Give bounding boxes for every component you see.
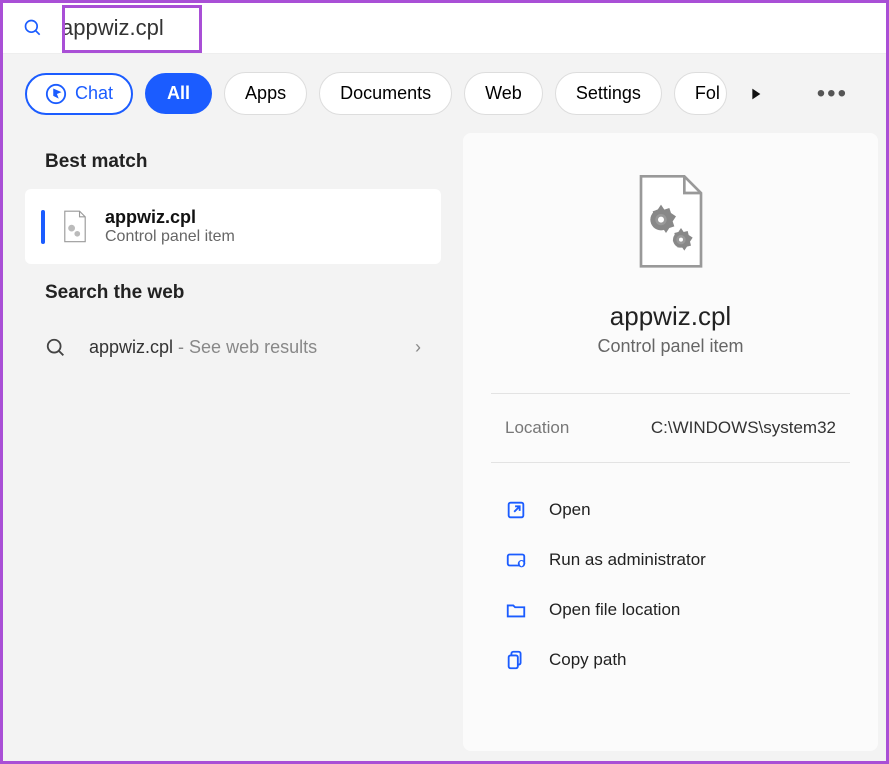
preview-title: appwiz.cpl [491, 301, 850, 332]
filter-web-label: Web [485, 83, 522, 104]
cpl-file-icon-large [631, 173, 711, 273]
scroll-right-icon[interactable] [747, 86, 763, 102]
action-open-location-label: Open file location [549, 600, 680, 620]
selection-indicator [41, 210, 45, 244]
location-value: C:\WINDOWS\system32 [651, 418, 836, 438]
open-icon [505, 499, 527, 521]
main-content: Best match appwiz.cpl Control panel item… [3, 133, 886, 751]
web-result-text: appwiz.cpl - See web results [89, 334, 393, 361]
chevron-right-icon: › [415, 337, 421, 358]
filter-all-label: All [167, 83, 190, 104]
filter-chat[interactable]: Chat [25, 73, 133, 115]
best-match-header: Best match [25, 133, 441, 189]
preview-panel: appwiz.cpl Control panel item Location C… [463, 133, 878, 751]
filter-chat-label: Chat [75, 83, 113, 104]
web-result[interactable]: appwiz.cpl - See web results › [25, 320, 441, 375]
result-subtitle: Control panel item [105, 228, 235, 246]
filter-settings[interactable]: Settings [555, 72, 662, 115]
folder-icon [505, 599, 527, 621]
action-open[interactable]: Open [491, 485, 850, 535]
filter-web[interactable]: Web [464, 72, 543, 115]
cpl-file-icon [61, 210, 89, 244]
filter-settings-label: Settings [576, 83, 641, 104]
action-run-admin[interactable]: Run as administrator [491, 535, 850, 585]
action-open-location[interactable]: Open file location [491, 585, 850, 635]
search-input[interactable] [61, 15, 866, 41]
filter-folders[interactable]: Fol [674, 72, 727, 115]
action-copy-path[interactable]: Copy path [491, 635, 850, 685]
copy-icon [505, 649, 527, 671]
location-row: Location C:\WINDOWS\system32 [491, 394, 850, 462]
more-options-button[interactable]: ••• [801, 80, 864, 108]
action-open-label: Open [549, 500, 591, 520]
preview-subtitle: Control panel item [491, 336, 850, 357]
filter-apps-label: Apps [245, 83, 286, 104]
results-column: Best match appwiz.cpl Control panel item… [3, 133, 463, 751]
search-icon [23, 18, 43, 38]
filter-documents[interactable]: Documents [319, 72, 452, 115]
filter-documents-label: Documents [340, 83, 431, 104]
search-bar [3, 3, 886, 54]
search-icon [45, 337, 67, 359]
filter-row: Chat All Apps Documents Web Settings Fol… [3, 54, 886, 133]
web-result-prefix: appwiz.cpl [89, 337, 173, 357]
search-web-header: Search the web [25, 264, 441, 320]
bing-chat-icon [45, 83, 67, 105]
result-text: appwiz.cpl Control panel item [105, 207, 235, 246]
filter-folders-label: Fol [695, 83, 720, 104]
location-label: Location [505, 418, 569, 438]
shield-admin-icon [505, 549, 527, 571]
filter-apps[interactable]: Apps [224, 72, 307, 115]
result-title: appwiz.cpl [105, 207, 235, 228]
action-copy-path-label: Copy path [549, 650, 627, 670]
filter-all[interactable]: All [145, 73, 212, 114]
action-run-admin-label: Run as administrator [549, 550, 706, 570]
web-result-suffix: - See web results [173, 337, 317, 357]
actions-list: Open Run as administrator Open file loca… [491, 463, 850, 685]
best-match-result[interactable]: appwiz.cpl Control panel item [25, 189, 441, 264]
